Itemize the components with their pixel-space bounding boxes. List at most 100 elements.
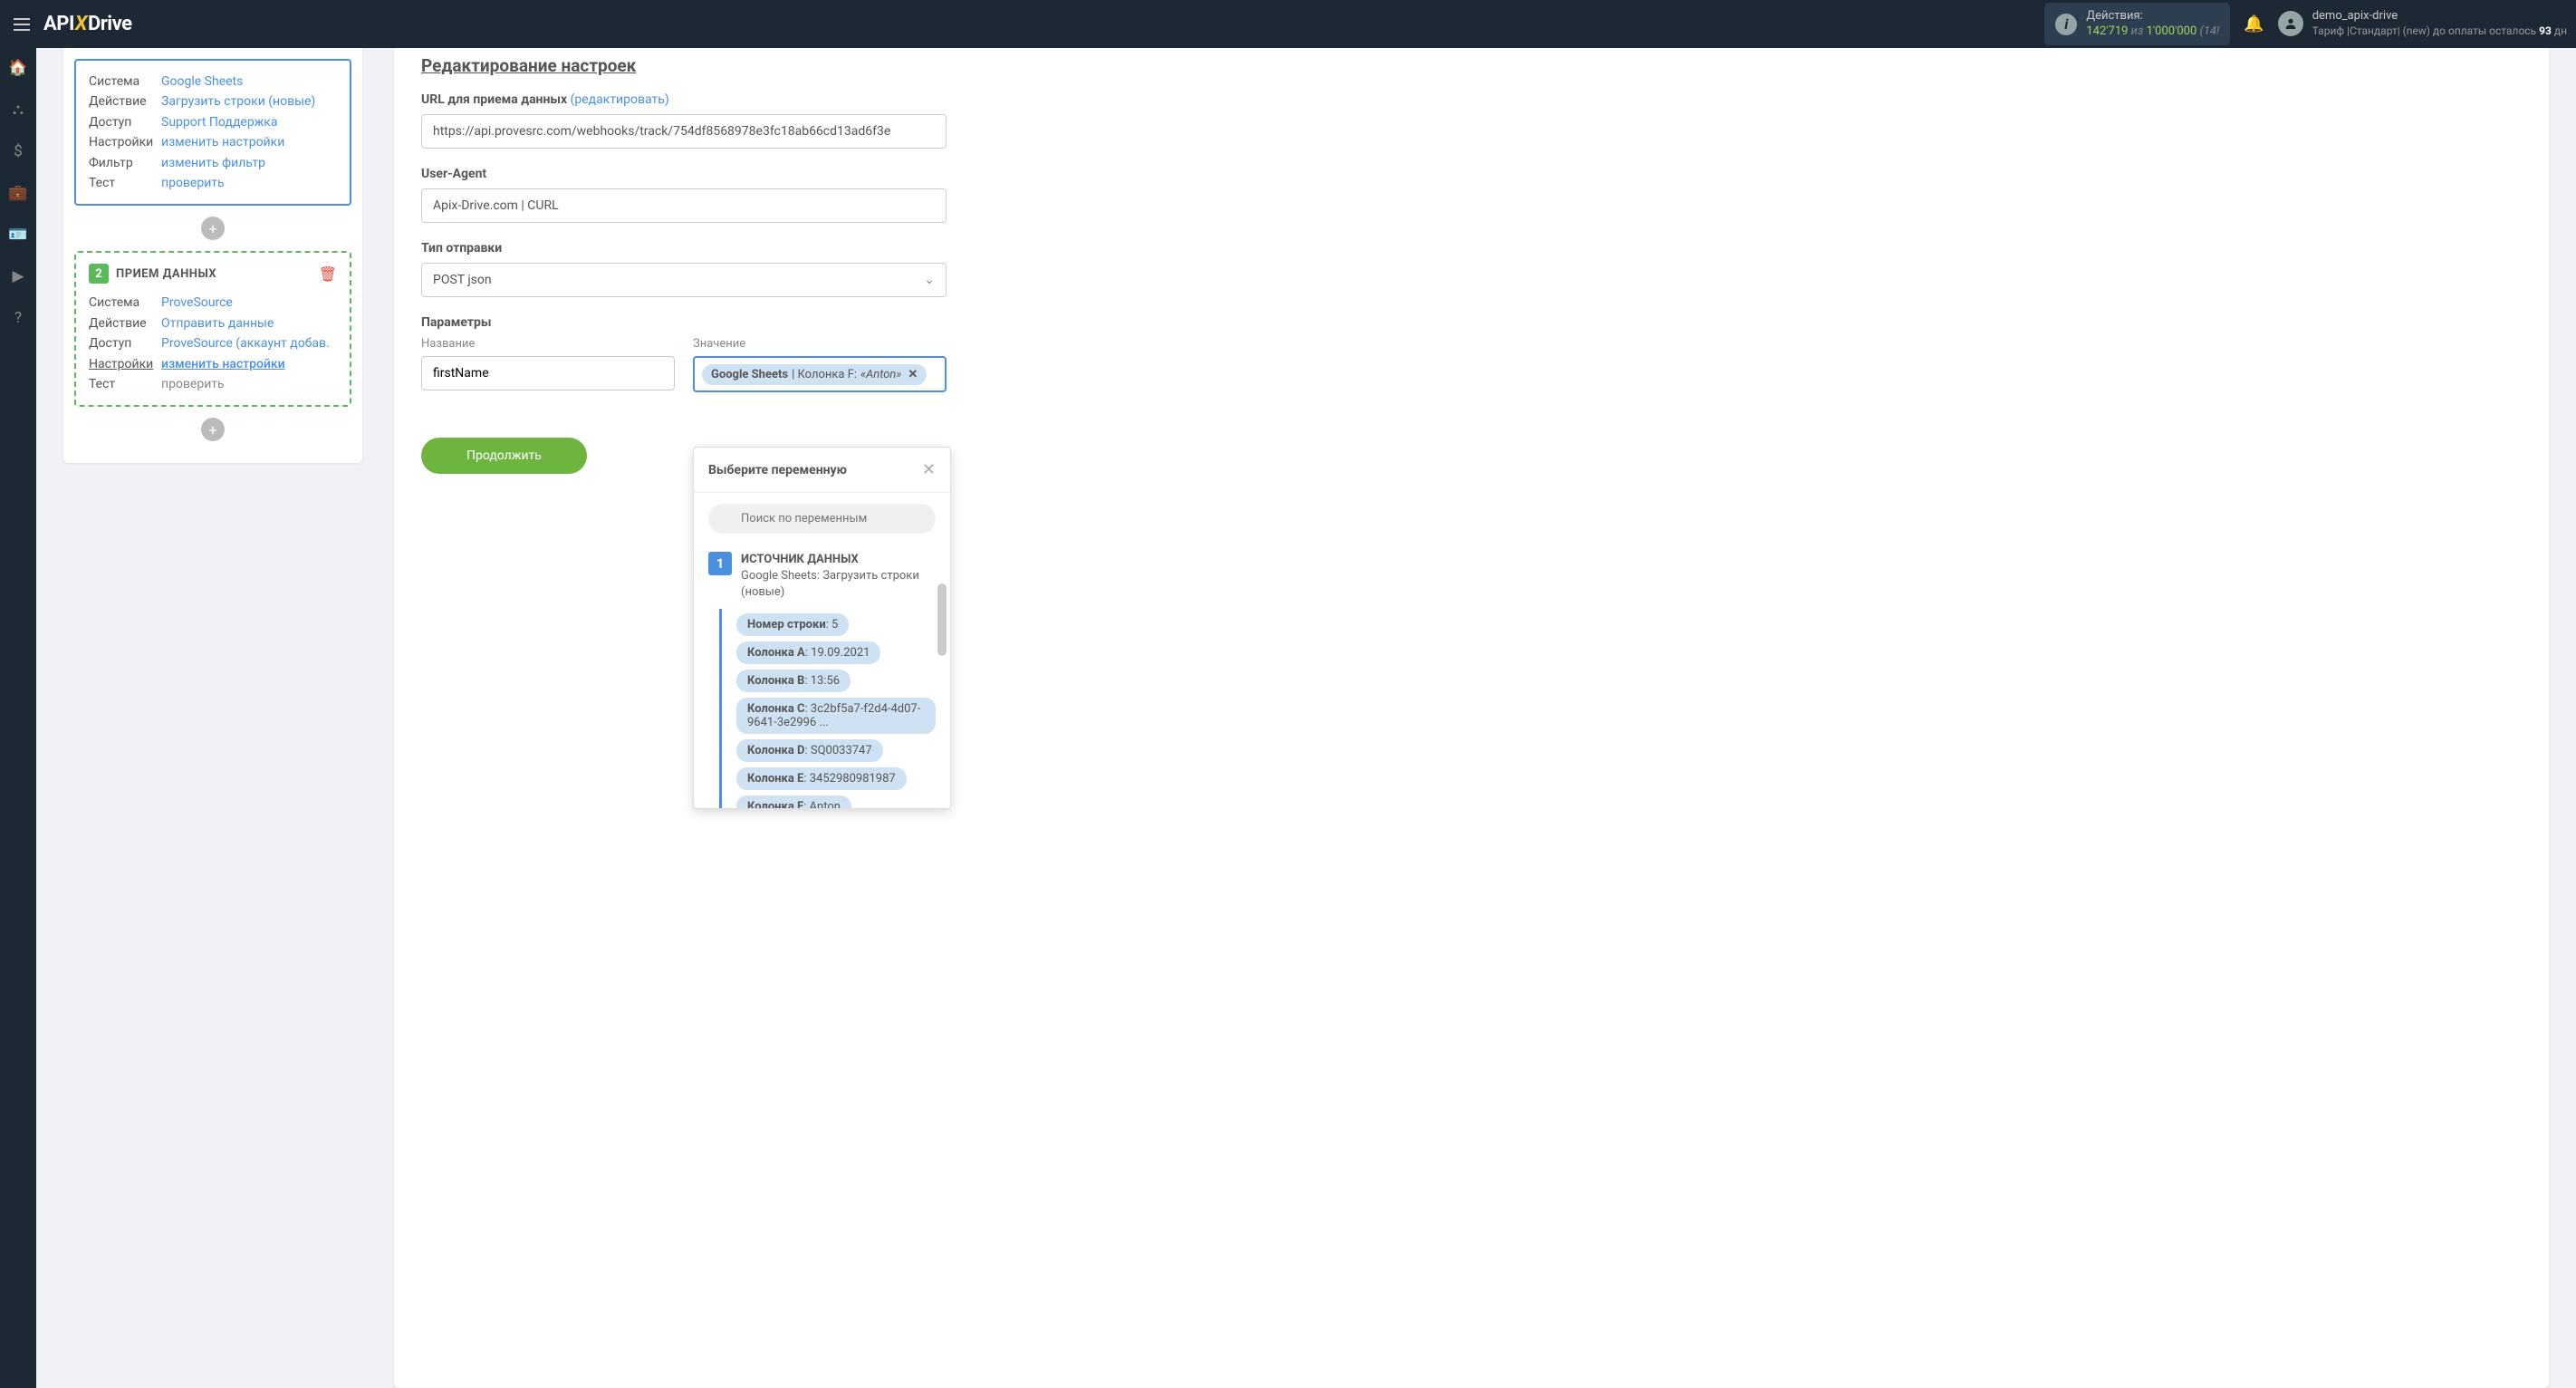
trash-icon[interactable]: 🗑 xyxy=(319,265,337,283)
variable-item[interactable]: Номер строки: 5 xyxy=(736,613,849,636)
card-row: ДоступSupport Поддержка xyxy=(89,112,337,132)
ua-label: User-Agent xyxy=(421,167,2522,181)
help-icon[interactable]: ? xyxy=(7,307,29,329)
actions-count: 142'719 xyxy=(2086,24,2128,38)
logo-api: API xyxy=(43,13,74,35)
card-row: ДействиеОтправить данные xyxy=(89,313,337,333)
source-card: СистемаGoogle SheetsДействиеЗагрузить ст… xyxy=(74,59,351,206)
actions-counter[interactable]: i Действия: 142'719 из 1'000'000 (14! xyxy=(2044,3,2230,46)
logo[interactable]: API X Drive xyxy=(43,13,132,35)
logo-drive: Drive xyxy=(88,13,132,35)
youtube-icon[interactable]: ▶ xyxy=(7,265,29,287)
row-label: Система xyxy=(89,293,161,313)
card-row: Настройкиизменить настройки xyxy=(89,132,337,152)
actions-of: из xyxy=(2131,24,2144,38)
variable-list: Номер строки: 5 Колонка A: 19.09.2021 Коло… xyxy=(719,609,950,808)
type-label: Тип отправки xyxy=(421,241,2522,255)
ua-input[interactable] xyxy=(421,188,947,223)
card-row: Фильтризменить фильтр xyxy=(89,153,337,173)
row-label: Настройки xyxy=(89,354,161,374)
row-value[interactable]: изменить настройки xyxy=(161,132,284,152)
row-value[interactable]: Загрузить строки (новые) xyxy=(161,92,315,111)
variable-item[interactable]: Колонка A: 19.09.2021 xyxy=(736,641,880,664)
name-sublabel: Название xyxy=(421,337,675,351)
card-row: СистемаProveSource xyxy=(89,293,337,313)
card-row: ДоступProveSource (аккаунт добав. xyxy=(89,333,337,353)
row-value: проверить xyxy=(161,374,225,394)
card-row: ДействиеЗагрузить строки (новые) xyxy=(89,92,337,111)
menu-icon[interactable] xyxy=(9,18,36,31)
url-input[interactable] xyxy=(421,114,947,149)
username: demo_apix-drive xyxy=(2312,9,2567,24)
briefcase-icon[interactable]: 💼 xyxy=(7,182,29,204)
type-select[interactable]: POST json ⌄ xyxy=(421,263,947,297)
actions-remainder: (14! xyxy=(2200,24,2220,38)
avatar-icon xyxy=(2278,11,2303,36)
row-label: Доступ xyxy=(89,333,161,353)
logo-x: X xyxy=(75,13,87,35)
chevron-down-icon: ⌄ xyxy=(924,273,935,287)
user-menu[interactable]: demo_apix-drive Тариф |Стандарт| (new) д… xyxy=(2278,9,2567,38)
row-value[interactable]: Support Поддержка xyxy=(161,112,277,132)
row-value[interactable]: Google Sheets xyxy=(161,72,243,92)
row-value[interactable]: изменить настройки xyxy=(161,354,285,374)
steps-panel: СистемаGoogle SheetsДействиеЗагрузить ст… xyxy=(63,48,362,463)
card-row: СистемаGoogle Sheets xyxy=(89,72,337,92)
card-row: Тестпроверить xyxy=(89,374,337,394)
close-icon[interactable]: ✕ xyxy=(922,460,936,479)
variable-item[interactable]: Колонка D: SQ0033747 xyxy=(736,739,883,762)
tariff-info: Тариф |Стандарт| (new) до оплаты осталос… xyxy=(2312,24,2567,39)
search-input[interactable] xyxy=(708,504,936,534)
row-label: Система xyxy=(89,72,161,92)
source-info: ИСТОЧНИК ДАННЫХ Google Sheets: Загрузить… xyxy=(741,552,936,602)
row-label: Действие xyxy=(89,92,161,111)
actions-total: 1'000'000 xyxy=(2147,24,2197,38)
variable-item[interactable]: Колонка B: 13:56 xyxy=(736,670,851,692)
param-value-input[interactable]: Google Sheets | Колонка F: «Anton» ✕ xyxy=(693,356,947,392)
dollar-icon[interactable]: $ xyxy=(7,140,29,162)
card-title: ПРИЕМ ДАННЫХ xyxy=(116,267,216,281)
variable-item[interactable]: Колонка F: Anton xyxy=(736,795,851,808)
app-header: API X Drive i Действия: 142'719 из 1'000… xyxy=(0,0,2576,48)
url-label: URL для приема данных (редактировать) xyxy=(421,92,2522,107)
row-value[interactable]: ProveSource xyxy=(161,293,233,313)
edit-url-link[interactable]: (редактировать) xyxy=(571,92,669,107)
params-label: Параметры xyxy=(421,315,2522,330)
row-value[interactable]: изменить фильтр xyxy=(161,153,265,173)
remove-tag-icon[interactable]: ✕ xyxy=(908,368,918,381)
step-badge: 2 xyxy=(89,264,109,284)
dropdown-title: Выберите переменную xyxy=(708,463,847,477)
section-title: Редактирование настроек xyxy=(421,48,2522,76)
card-row: Настройкиизменить настройки xyxy=(89,354,337,374)
row-label: Действие xyxy=(89,313,161,333)
row-label: Фильтр xyxy=(89,153,161,173)
row-label: Доступ xyxy=(89,112,161,132)
row-label: Тест xyxy=(89,374,161,394)
actions-label: Действия: xyxy=(2086,9,2219,24)
variable-dropdown: Выберите переменную ✕ 🔍 1 ИСТОЧНИК ДАННЫ… xyxy=(693,447,951,809)
row-value[interactable]: ProveSource (аккаунт добав. xyxy=(161,333,330,353)
variable-item[interactable]: Колонка C: 3c2bf5a7-f2d4-4d07-9641-3e299… xyxy=(736,698,936,734)
row-label: Тест xyxy=(89,173,161,193)
value-sublabel: Значение xyxy=(693,337,947,351)
card-row: Тестпроверить xyxy=(89,173,337,193)
variable-item[interactable]: Колонка E: 3452980981987 xyxy=(736,767,907,790)
row-value[interactable]: проверить xyxy=(161,173,225,193)
param-name-input[interactable] xyxy=(421,356,675,390)
sitemap-icon[interactable]: ⛬ xyxy=(7,99,29,120)
sidebar-nav: 🏠 ⛬ $ 💼 🪪 ▶ ? xyxy=(0,48,36,1388)
variable-tag: Google Sheets | Колонка F: «Anton» ✕ xyxy=(702,364,927,385)
continue-button[interactable]: Продолжить xyxy=(421,438,587,474)
settings-panel: Редактирование настроек URL для приема д… xyxy=(394,48,2549,1388)
bell-icon[interactable]: 🔔 xyxy=(2244,14,2264,34)
add-step-button[interactable]: + xyxy=(201,418,225,441)
card-icon[interactable]: 🪪 xyxy=(7,224,29,246)
row-label: Настройки xyxy=(89,132,161,152)
row-value[interactable]: Отправить данные xyxy=(161,313,274,333)
home-icon[interactable]: 🏠 xyxy=(7,57,29,79)
info-icon: i xyxy=(2055,14,2077,35)
source-badge: 1 xyxy=(708,552,732,575)
scrollbar[interactable] xyxy=(937,583,947,656)
destination-card: 2 ПРИЕМ ДАННЫХ 🗑 СистемаProveSourceДейст… xyxy=(74,251,351,407)
add-step-button[interactable]: + xyxy=(201,217,225,240)
